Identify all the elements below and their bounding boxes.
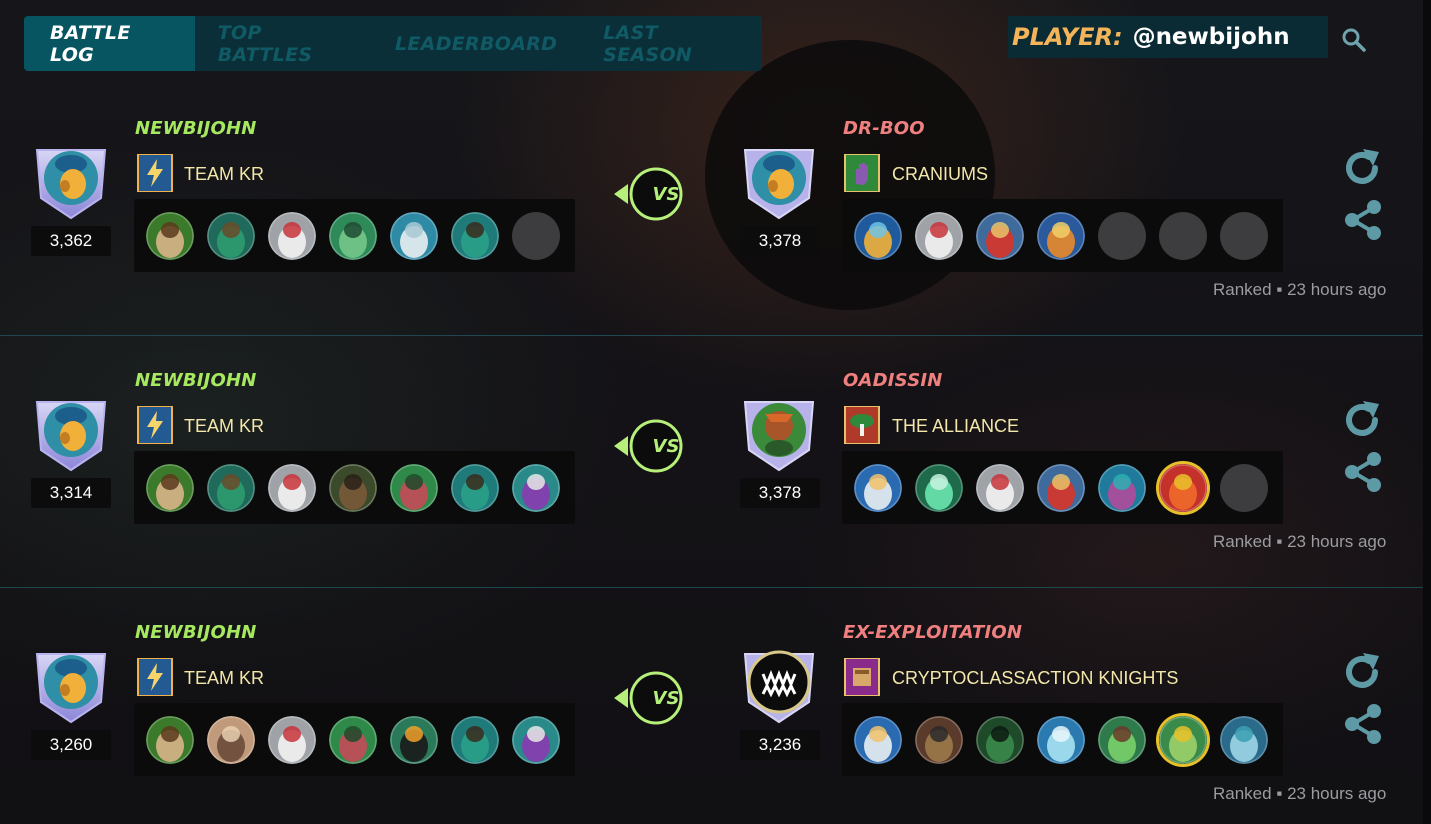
card-ice-spirit[interactable] [1037,716,1085,764]
lightning-guild-icon [136,153,174,193]
right-player-avatar[interactable] [737,644,821,728]
right-guild-name[interactable]: CRANIUMS [892,164,988,185]
left-player-name[interactable]: NEWBIJOHN [135,622,257,643]
tree-guild-icon [843,405,881,445]
vs-label: VS [652,435,680,457]
search-icon[interactable] [1340,26,1368,54]
share-icon[interactable] [1341,198,1385,242]
right-player-name[interactable]: DR-BOO [843,118,925,139]
meta-separator: ▪ [1276,784,1288,803]
left-guild-name[interactable]: TEAM KR [184,164,264,185]
battle-time: 23 hours ago [1287,784,1387,803]
tab-bar: BATTLE LOG TOP BATTLES LEADERBOARD LAST … [24,16,762,71]
lightning-guild-icon [136,657,174,697]
card-teal-warrior[interactable] [451,716,499,764]
right-player-avatar[interactable] [737,392,821,476]
replay-icon[interactable] [1341,650,1385,694]
card-brawler[interactable] [207,716,255,764]
left-player-avatar[interactable] [29,644,113,728]
card-dark-knight[interactable] [390,716,438,764]
right-guild-name[interactable]: THE ALLIANCE [892,416,1019,437]
player-search-field[interactable]: PLAYER: @newbijohn [1008,16,1328,58]
card-frog[interactable] [976,716,1024,764]
card-mech[interactable] [915,716,963,764]
right-player-name[interactable]: EX-EXPLOITATION [843,622,1022,643]
replay-icon[interactable] [1341,398,1385,442]
card-white-wing[interactable] [268,716,316,764]
tab-last-season[interactable]: LAST SEASON [580,16,762,71]
right-player-name[interactable]: OADISSIN [843,370,943,391]
vs-badge: VS [612,166,684,222]
battle-row: 3,260 NEWBIJOHN TEAM KR VS 3,236 EX-EXPL… [0,504,1423,803]
right-player-avatar[interactable] [737,140,821,224]
battle-type: Ranked [1213,784,1272,803]
right-player-rating: 3,236 [740,730,820,760]
left-player-rating: 3,260 [31,730,111,760]
card-sea-spirit[interactable] [1220,716,1268,764]
tab-battle-log[interactable]: BATTLE LOG [24,16,195,71]
vs-badge: VS [612,670,684,726]
card-green-hair[interactable] [146,716,194,764]
tab-leaderboard[interactable]: LEADERBOARD [372,16,580,71]
right-team-cards [842,703,1283,776]
player-label: PLAYER: [1012,23,1123,51]
tab-top-battles[interactable]: TOP BATTLES [195,16,372,71]
left-player-avatar[interactable] [29,140,113,224]
left-player-name[interactable]: NEWBIJOHN [135,118,257,139]
hand-guild-icon [843,153,881,193]
battle-row: 3,314 NEWBIJOHN TEAM KR VS 3,378 OADISSI… [0,252,1423,551]
card-purple-striped[interactable] [512,716,560,764]
left-guild-name[interactable]: TEAM KR [184,416,264,437]
player-name[interactable]: @newbijohn [1133,24,1290,50]
share-icon[interactable] [1341,702,1385,746]
card-gold-troll[interactable] [1159,716,1207,764]
left-team-cards [134,703,575,776]
left-player-avatar[interactable] [29,392,113,476]
vs-label: VS [652,183,680,205]
battle-meta: Ranked ▪ 23 hours ago [1213,784,1386,804]
lightning-guild-icon [136,405,174,445]
vs-badge: VS [612,418,684,474]
share-icon[interactable] [1341,450,1385,494]
card-medusa[interactable] [1098,716,1146,764]
right-guild-name[interactable]: CRYPTOCLASSACTION KNIGHTS [892,668,1178,689]
book-guild-icon [843,657,881,697]
replay-icon[interactable] [1341,146,1385,190]
left-player-name[interactable]: NEWBIJOHN [135,370,257,391]
card-elder-blue[interactable] [854,716,902,764]
card-green-goblin[interactable] [329,716,377,764]
vs-label: VS [652,687,680,709]
left-guild-name[interactable]: TEAM KR [184,668,264,689]
